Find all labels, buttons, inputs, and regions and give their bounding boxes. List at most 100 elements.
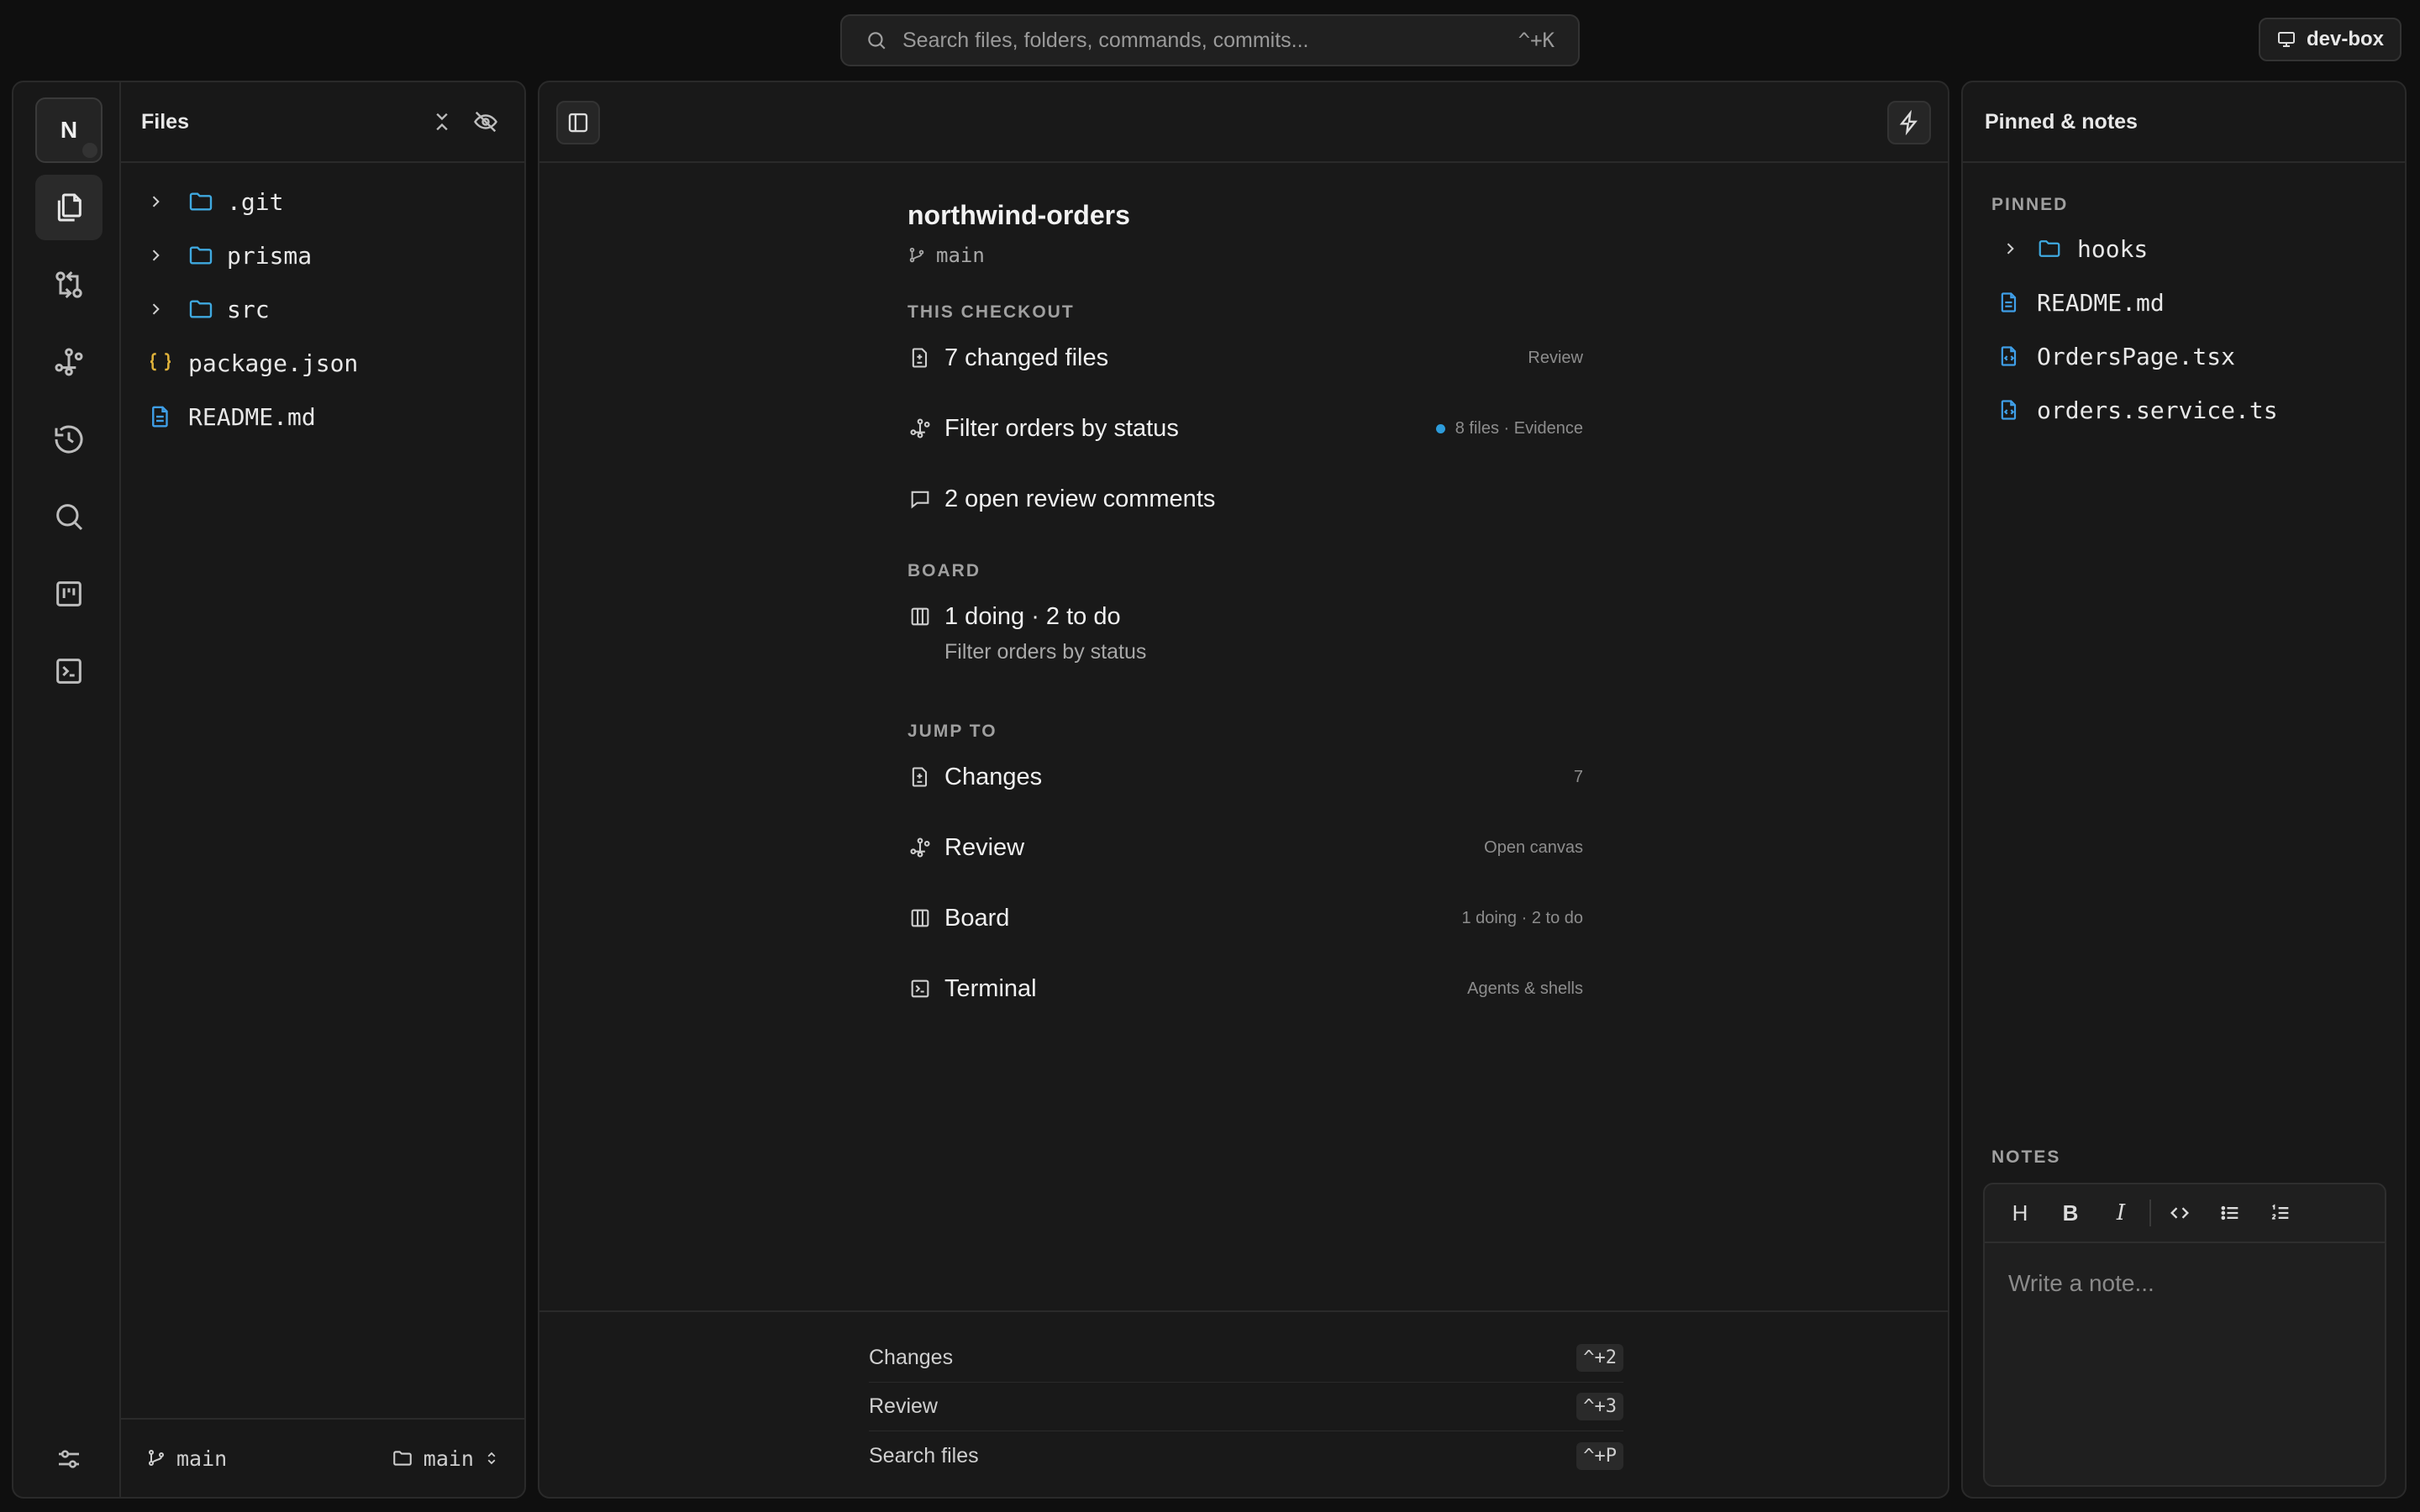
bold-button[interactable]: B [2045, 1192, 2096, 1234]
message-square-icon [908, 487, 933, 511]
tree-item-label: README.md [188, 402, 316, 431]
comments-row[interactable]: 2 open review comments [908, 464, 1583, 534]
shortcut-search-files[interactable]: Search files ^+P [869, 1431, 1623, 1480]
machine-label: dev-box [2306, 28, 2384, 50]
jump-meta: 7 [1573, 767, 1583, 786]
pinned-item-orders-service[interactable]: orders.service.ts [1963, 383, 2405, 437]
jump-changes[interactable]: Changes 7 [908, 742, 1583, 812]
workspace-avatar[interactable]: N [35, 97, 103, 163]
folder-icon [187, 296, 215, 323]
pinned-label: hooks [2077, 234, 2149, 263]
folder-icon [187, 242, 215, 269]
shortcut-list: Changes ^+2 Review ^+3 Search files ^+P [539, 1310, 1948, 1497]
chevron-right-icon [146, 193, 165, 210]
jump-label: Changes [944, 763, 1043, 790]
pinned-item-orderspage[interactable]: OrdersPage.tsx [1963, 329, 2405, 383]
tree-item-readme[interactable]: README.md [121, 390, 524, 444]
notes-toolbar: H B I [1985, 1184, 2385, 1243]
tree-item-package-json[interactable]: package.json [121, 336, 524, 390]
comments-label: 2 open review comments [944, 485, 1216, 512]
tree-item-src[interactable]: src [121, 282, 524, 336]
git-compare-icon[interactable] [35, 252, 103, 318]
jump-meta: 1 doing · 2 to do [1461, 908, 1583, 927]
branch-selector[interactable]: main [146, 1446, 227, 1471]
git-branch-icon [146, 1448, 166, 1468]
file-code-icon [1996, 398, 2022, 422]
files-icon[interactable] [35, 175, 103, 240]
toggle-sidebar-button[interactable] [556, 101, 600, 144]
branch-label: main [936, 244, 985, 267]
task-row[interactable]: Filter orders by status 8 files · Eviden… [908, 393, 1583, 464]
jump-board[interactable]: Board 1 doing · 2 to do [908, 883, 1583, 953]
changed-files-label: 7 changed files [944, 344, 1109, 371]
jump-terminal[interactable]: Terminal Agents & shells [908, 953, 1583, 1024]
pinned-notes-title: Pinned & notes [1963, 82, 2405, 163]
folder-icon [392, 1447, 413, 1469]
json-braces-icon [146, 349, 175, 376]
quick-actions-button[interactable] [1887, 101, 1931, 144]
code-icon[interactable] [2154, 1192, 2205, 1234]
search-placeholder: Search files, folders, commands, commits… [902, 28, 1309, 52]
italic-button[interactable]: I [2096, 1192, 2146, 1234]
task-label: Filter orders by status [944, 414, 1179, 442]
heading-button[interactable]: H [1995, 1192, 2045, 1234]
jump-label: Board [944, 904, 1010, 932]
files-header: Files [121, 82, 524, 163]
shortcut-label: Search files [869, 1443, 979, 1467]
search-icon [865, 29, 887, 51]
overview-content: northwind-orders main THIS CHECKOUT 7 ch… [908, 200, 1583, 1024]
task-meta-text: 8 files · Evidence [1455, 418, 1583, 438]
branch-label: main [176, 1446, 228, 1471]
global-search-bar[interactable]: Search files, folders, commands, commits… [840, 14, 1580, 66]
shortcut-label: Review [869, 1394, 938, 1418]
tree-item-git[interactable]: .git [121, 175, 524, 228]
file-text-icon [146, 404, 175, 429]
jump-label: Terminal [944, 974, 1037, 1002]
board-sub-label: Filter orders by status [944, 640, 1147, 664]
file-diff-icon [908, 346, 933, 370]
task-meta: 8 files · Evidence [1435, 418, 1583, 438]
chevron-right-icon [2002, 240, 2018, 257]
chevrons-up-down-icon [484, 1449, 499, 1467]
settings-sliders-icon[interactable] [35, 1426, 103, 1492]
overview-header [539, 82, 1948, 163]
overview-panel: northwind-orders main THIS CHECKOUT 7 ch… [538, 81, 1949, 1499]
terminal-icon[interactable] [35, 638, 103, 704]
shortcut-changes[interactable]: Changes ^+2 [869, 1334, 1623, 1383]
tree-item-label: src [227, 295, 270, 323]
terminal-icon [908, 977, 933, 1000]
worktree-label: main [423, 1446, 474, 1471]
activity-rail: N [13, 82, 121, 1497]
tree-item-prisma[interactable]: prisma [121, 228, 524, 282]
bullet-list-icon[interactable] [2205, 1192, 2255, 1234]
notes-input[interactable]: Write a note... [1985, 1243, 2385, 1324]
workflow-icon[interactable] [35, 329, 103, 395]
machine-button[interactable]: dev-box [2259, 18, 2402, 61]
chevron-right-icon [146, 247, 165, 264]
search-shortcut: ^+K [1518, 29, 1555, 52]
pinned-item-readme[interactable]: README.md [1963, 276, 2405, 329]
workflow-icon [908, 836, 933, 859]
shortcut-review[interactable]: Review ^+3 [869, 1383, 1623, 1431]
tree-item-label: package.json [188, 349, 359, 377]
file-diff-icon [908, 765, 933, 789]
git-branch-icon [908, 246, 926, 265]
jump-meta: Agents & shells [1467, 979, 1583, 998]
numbered-list-icon[interactable] [2255, 1192, 2306, 1234]
pinned-item-hooks[interactable]: hooks [1963, 222, 2405, 276]
jump-review[interactable]: Review Open canvas [908, 812, 1583, 883]
kanban-icon[interactable] [35, 561, 103, 627]
pinned-notes-panel: Pinned & notes PINNED hooks README.md Or… [1961, 81, 2407, 1499]
collapse-all-icon[interactable] [424, 103, 460, 140]
files-title: Files [141, 109, 189, 134]
toolbar-divider [2149, 1200, 2151, 1226]
worktree-selector[interactable]: main [392, 1446, 499, 1471]
changed-files-row[interactable]: 7 changed files Review [908, 323, 1583, 393]
repo-title: northwind-orders [908, 200, 1130, 230]
search-icon[interactable] [35, 484, 103, 549]
avatar-letter: N [60, 117, 78, 143]
pinned-label: OrdersPage.tsx [2037, 342, 2236, 370]
eye-off-icon[interactable] [467, 103, 504, 140]
folder-icon [187, 188, 215, 215]
history-icon[interactable] [35, 407, 103, 472]
